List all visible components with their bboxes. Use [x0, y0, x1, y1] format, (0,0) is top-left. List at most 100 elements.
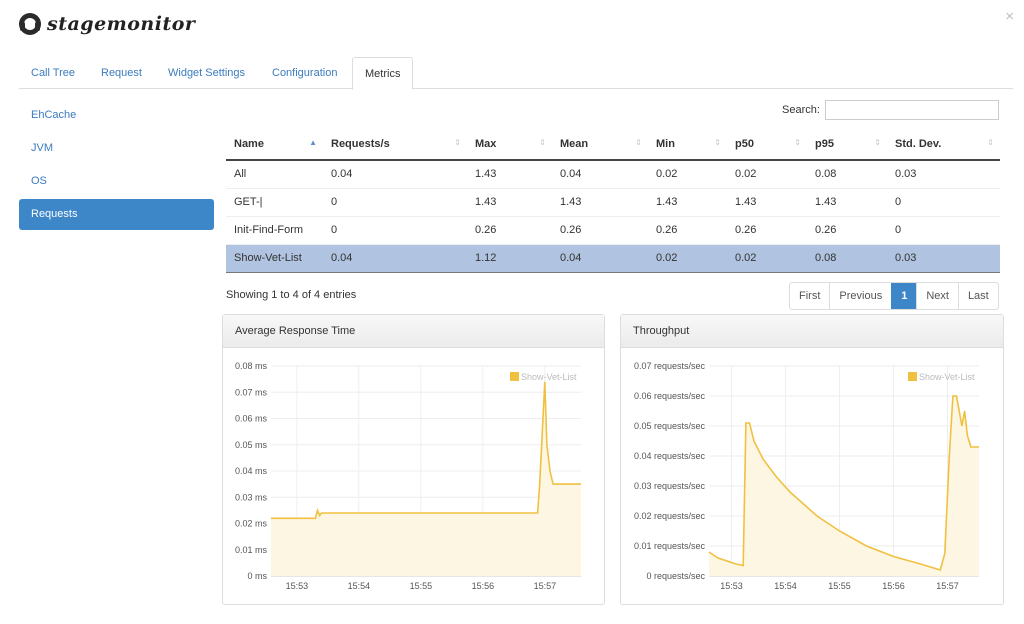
column-label: Name: [234, 138, 264, 150]
pagination-previous-button[interactable]: Previous: [829, 283, 891, 309]
sort-icon: ⇕: [874, 138, 881, 147]
legend-label: Show-Vet-List: [919, 372, 975, 382]
column-header-std-dev[interactable]: Std. Dev. ⇕: [887, 129, 1000, 161]
headphones-logo-icon: [19, 13, 41, 35]
table-row-selected[interactable]: Show-Vet-List 0.04 1.12 0.04 0.02 0.02 0…: [226, 243, 1000, 273]
search-input[interactable]: [824, 100, 999, 120]
pagination-last-button[interactable]: Last: [957, 283, 998, 309]
sort-icon: ⇕: [794, 138, 801, 147]
table-cell: 1.43: [727, 187, 807, 216]
x-tick-label: 15:55: [828, 581, 851, 591]
pagination-next-button[interactable]: Next: [916, 283, 958, 309]
y-tick-label: 0.03 requests/sec: [634, 481, 706, 491]
sort-icon: ⇕: [454, 138, 461, 147]
pagination: First Previous 1 Next Last: [789, 282, 999, 310]
sidebar-item-requests[interactable]: Requests: [19, 199, 214, 230]
column-header-requests[interactable]: Requests/s ⇕: [323, 129, 467, 161]
table-row[interactable]: All 0.04 1.43 0.04 0.02 0.02 0.08 0.03: [226, 159, 1000, 188]
table-cell: 0: [323, 215, 467, 244]
column-header-min[interactable]: Min ⇕: [648, 129, 727, 161]
close-icon[interactable]: ×: [1005, 8, 1014, 25]
y-tick-label: 0.02 ms: [235, 519, 268, 529]
table-row[interactable]: GET-| 0 1.43 1.43 1.43 1.43 1.43 0: [226, 187, 1000, 216]
column-label: Requests/s: [331, 138, 390, 150]
tab-metrics[interactable]: Metrics: [352, 57, 414, 90]
y-tick-label: 0.06 requests/sec: [634, 391, 706, 401]
y-tick-label: 0.07 requests/sec: [634, 361, 706, 371]
column-header-max[interactable]: Max ⇕: [467, 129, 552, 161]
chart-panel-throughput: Throughput 0 requests/sec 0.01 requests/s…: [620, 314, 1004, 605]
tab-bar: Call Tree Request Widget Settings Config…: [19, 57, 1013, 90]
y-tick-label: 0.01 requests/sec: [634, 541, 706, 551]
column-label: Std. Dev.: [895, 138, 942, 150]
sort-icon: ⇕: [714, 138, 721, 147]
sort-asc-icon: ▲: [309, 138, 317, 147]
search-label: Search:: [782, 104, 820, 116]
table-cell: 0.02: [727, 243, 807, 273]
column-label: p50: [735, 138, 754, 150]
table-cell: Init-Find-Form: [226, 215, 323, 244]
series-area: [271, 381, 581, 576]
chart-title: Average Response Time: [223, 315, 604, 348]
series-line: [271, 381, 581, 520]
y-tick-label: 0.02 requests/sec: [634, 511, 706, 521]
table-row[interactable]: Init-Find-Form 0 0.26 0.26 0.26 0.26 0.2…: [226, 215, 1000, 244]
column-header-name[interactable]: Name ▲: [226, 129, 323, 161]
throughput-chart: 0 requests/sec 0.01 requests/sec 0.02 requ…: [634, 361, 979, 591]
table-cell: 0.26: [552, 215, 648, 244]
response-time-chart: 0 ms 0.01 ms 0.02 ms 0.03 ms 0.04 ms 0.05 ms 0…: [235, 361, 581, 591]
table-cell: 0.26: [648, 215, 727, 244]
table-cell: 0.02: [727, 159, 807, 188]
x-tick-label: 15:53: [720, 581, 743, 591]
x-tick-label: 15:53: [286, 581, 309, 591]
y-tick-label: 0.06 ms: [235, 414, 268, 424]
table-cell: 0.04: [323, 243, 467, 273]
sort-icon: ⇕: [539, 138, 546, 147]
table-cell: 0.26: [727, 215, 807, 244]
column-header-p50[interactable]: p50 ⇕: [727, 129, 807, 161]
y-tick-label: 0 requests/sec: [646, 571, 705, 581]
sidebar-item-jvm[interactable]: JVM: [19, 133, 214, 164]
table-cell: 0.26: [807, 215, 887, 244]
column-header-p95[interactable]: p95 ⇕: [807, 129, 887, 161]
chart-title: Throughput: [621, 315, 1003, 348]
x-tick-label: 15:57: [936, 581, 959, 591]
search-box: Search:: [782, 100, 999, 120]
column-header-mean[interactable]: Mean ⇕: [552, 129, 648, 161]
table-cell: 0.04: [552, 243, 648, 273]
table-cell: 0.02: [648, 243, 727, 273]
table-cell: All: [226, 159, 323, 188]
x-tick-label: 15:56: [472, 581, 495, 591]
pagination-page-1-button[interactable]: 1: [891, 283, 917, 309]
table-cell: 0.26: [467, 215, 552, 244]
tab-configuration[interactable]: Configuration: [260, 57, 349, 89]
table-info: Showing 1 to 4 of 4 entries: [226, 289, 357, 301]
sort-icon: ⇕: [635, 138, 642, 147]
table-cell: 0.02: [648, 159, 727, 188]
y-tick-label: 0.04 requests/sec: [634, 451, 706, 461]
sidebar-item-ehcache[interactable]: EhCache: [19, 100, 214, 131]
sidebar: EhCache JVM OS Requests: [19, 100, 214, 232]
sidebar-item-os[interactable]: OS: [19, 166, 214, 197]
table-cell: 0: [887, 215, 1000, 244]
y-tick-label: 0.08 ms: [235, 361, 268, 371]
y-tick-label: 0.03 ms: [235, 492, 268, 502]
table-cell: GET-|: [226, 187, 323, 216]
sort-icon: ⇕: [987, 138, 994, 147]
table-cell: 0.08: [807, 159, 887, 188]
pagination-first-button[interactable]: First: [790, 283, 829, 309]
tab-widget-settings[interactable]: Widget Settings: [156, 57, 257, 89]
chart-panel-response-time: Average Response Time 0 ms 0.01 ms 0.02 ms…: [222, 314, 605, 605]
tab-call-tree[interactable]: Call Tree: [19, 57, 87, 89]
table-cell: 1.43: [648, 187, 727, 216]
x-tick-label: 15:56: [882, 581, 905, 591]
x-tick-label: 15:54: [348, 581, 371, 591]
table-cell: 1.43: [807, 187, 887, 216]
tab-request[interactable]: Request: [89, 57, 154, 89]
x-tick-label: 15:57: [534, 581, 557, 591]
legend-swatch: [510, 372, 519, 381]
y-tick-label: 0.01 ms: [235, 545, 268, 555]
table-cell: 0: [887, 187, 1000, 216]
x-tick-label: 15:54: [774, 581, 797, 591]
table-cell: 0.04: [323, 159, 467, 188]
